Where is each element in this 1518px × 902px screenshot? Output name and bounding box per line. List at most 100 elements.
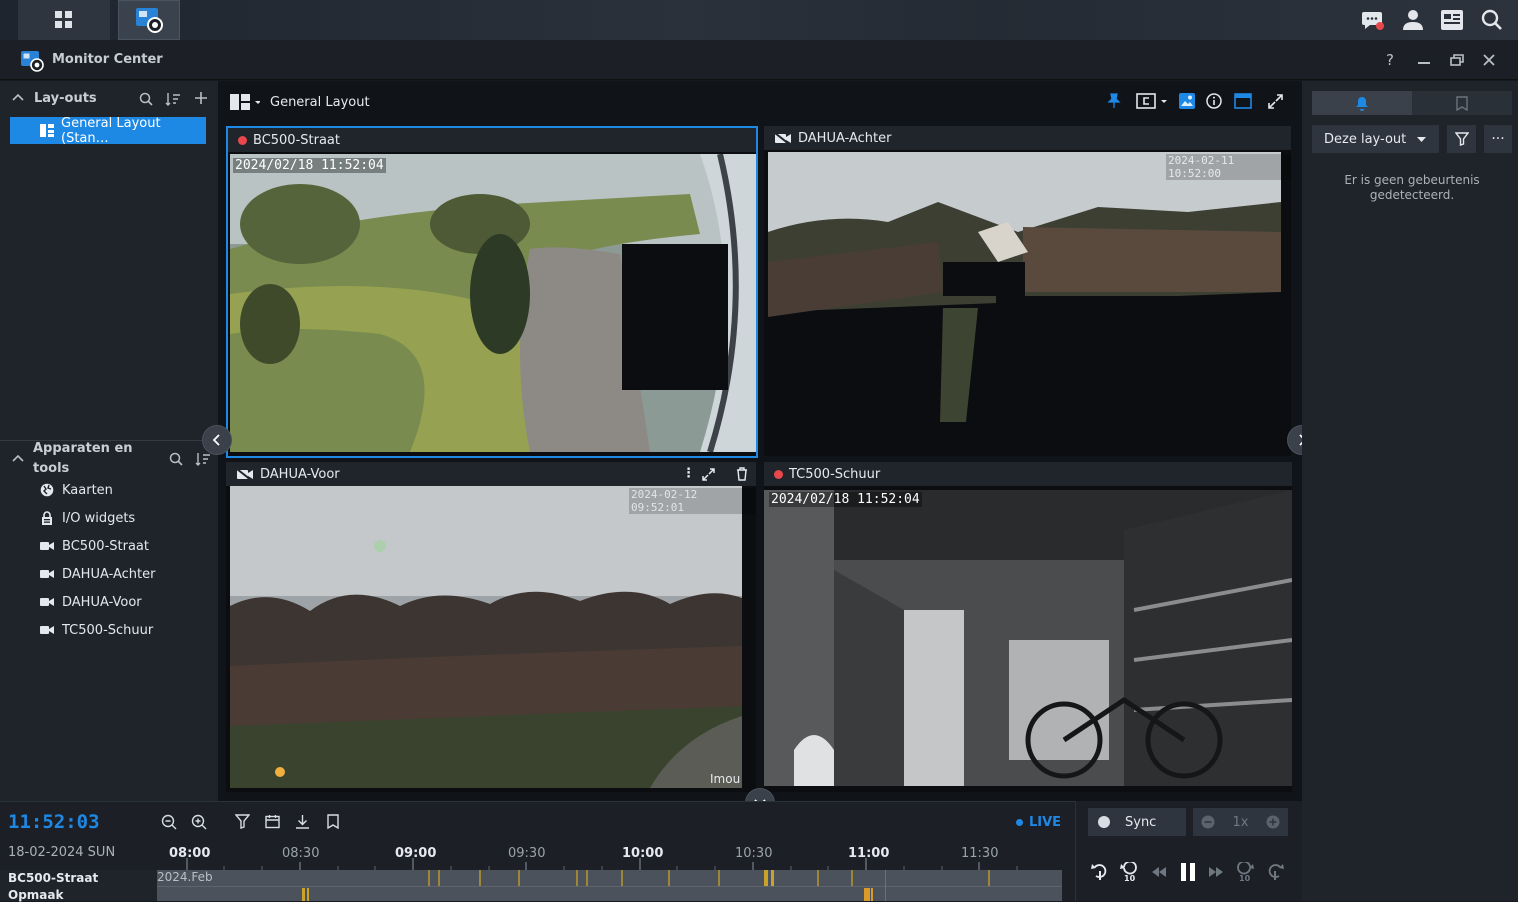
chevron-left-icon xyxy=(212,434,220,446)
expand-icon[interactable] xyxy=(702,468,715,481)
camera-name: TC500-Schuur xyxy=(789,466,881,482)
device-item-dahua-voor[interactable]: DAHUA-Voor xyxy=(40,592,142,612)
snapshot-icon[interactable] xyxy=(1179,93,1195,109)
user-button[interactable] xyxy=(1398,0,1428,40)
prev-page-button[interactable] xyxy=(202,425,232,455)
device-label: BC500-Straat xyxy=(62,538,149,554)
step-forward-icon[interactable] xyxy=(1208,866,1224,878)
live-clock: 11:52:03 xyxy=(8,811,100,833)
camera-tile-bc500-straat[interactable]: BC500-Straat 2024/02/18 11:52:04 xyxy=(226,126,758,458)
track-label: Opmaak xyxy=(8,888,64,902)
camera-tile-dahua-achter[interactable]: DAHUA-Achter 2024-02-11 10:52:00 xyxy=(764,126,1291,456)
layout-switch-icon[interactable] xyxy=(230,94,260,110)
grid-icon xyxy=(55,11,72,28)
timeline-ruler xyxy=(186,858,1018,870)
camera-offline-icon xyxy=(774,132,791,144)
camera-icon xyxy=(40,626,54,634)
widget-icon xyxy=(1441,10,1463,30)
device-item-dahua-achter[interactable]: DAHUA-Achter xyxy=(40,564,155,584)
monitor-center-app-icon xyxy=(136,8,163,33)
widgets-button[interactable] xyxy=(1437,0,1467,40)
user-icon xyxy=(1403,10,1423,30)
rewind-event-icon[interactable] xyxy=(1091,862,1109,882)
camera-feed-tc500 xyxy=(764,490,1292,786)
camera-feed-bc500 xyxy=(230,154,756,452)
camera-header: TC500-Schuur xyxy=(764,462,1292,486)
search-button[interactable] xyxy=(1477,0,1507,40)
camera-header: DAHUA-Voor xyxy=(226,462,756,486)
layout-grid-icon xyxy=(40,124,54,137)
sort-layouts-icon[interactable] xyxy=(165,92,181,106)
search-devices-icon[interactable] xyxy=(169,452,183,466)
live-dot xyxy=(1016,819,1023,826)
calendar-icon[interactable] xyxy=(265,814,280,829)
tab-events[interactable] xyxy=(1312,91,1412,115)
panel-toggle-icon[interactable] xyxy=(1234,93,1252,109)
speed-control[interactable]: 1x xyxy=(1193,808,1288,836)
zoom-out-icon[interactable] xyxy=(161,814,177,830)
collapse-layouts-icon[interactable] xyxy=(12,93,24,101)
more-options-icon[interactable]: ⋮ xyxy=(682,466,695,481)
camera-feed-dahua-voor xyxy=(230,486,742,788)
camera-tile-dahua-voor[interactable]: DAHUA-Voor ⋮ 2024-02-12 09:52:01 Imou xyxy=(226,462,756,792)
restore-icon[interactable] xyxy=(1450,54,1464,66)
recording-indicator xyxy=(238,135,247,145)
chat-button[interactable] xyxy=(1358,0,1388,40)
device-item-kaarten[interactable]: Kaarten xyxy=(40,480,113,500)
help-icon[interactable]: ? xyxy=(1386,51,1394,69)
more-icon: ··· xyxy=(1491,131,1505,147)
app-icon xyxy=(20,50,44,72)
svg-text:10: 10 xyxy=(1239,874,1251,882)
device-item-tc500-schuur[interactable]: TC500-Schuur xyxy=(40,620,153,640)
sync-toggle[interactable]: Sync xyxy=(1088,808,1186,836)
caret-down-icon xyxy=(1417,137,1426,142)
device-item-bc500-straat[interactable]: BC500-Straat xyxy=(40,536,149,556)
trash-icon[interactable] xyxy=(736,467,748,481)
camera-watermark: Imou xyxy=(710,772,741,786)
rewind-10-icon[interactable]: 10 xyxy=(1120,862,1138,882)
download-icon[interactable] xyxy=(295,814,310,829)
pause-icon[interactable] xyxy=(1180,862,1196,882)
track-label: BC500-Straat xyxy=(8,871,99,885)
main-menu-button[interactable] xyxy=(18,0,110,40)
monitor-center-taskbar-button[interactable] xyxy=(118,0,180,40)
add-layout-icon[interactable] xyxy=(194,91,208,105)
event-scope-select[interactable]: Deze lay-out xyxy=(1312,125,1439,153)
devices-heading-line2: tools xyxy=(33,461,70,476)
step-back-icon[interactable] xyxy=(1151,866,1167,878)
collapse-devices-icon[interactable] xyxy=(12,454,24,462)
forward-event-icon[interactable] xyxy=(1266,862,1284,882)
fullscreen-icon[interactable] xyxy=(1268,94,1283,109)
window-titlebar xyxy=(0,40,1518,80)
timeline-filter-icon[interactable] xyxy=(235,814,250,829)
bookmark-icon xyxy=(1456,95,1468,111)
search-icon xyxy=(1481,9,1502,30)
sort-devices-icon[interactable] xyxy=(195,452,211,466)
live-indicator[interactable]: LIVE xyxy=(1016,815,1061,830)
tab-bookmarks[interactable] xyxy=(1412,91,1512,115)
speed-up-icon[interactable] xyxy=(1266,815,1280,829)
pin-icon[interactable] xyxy=(1106,93,1122,109)
svg-text:10: 10 xyxy=(1124,874,1136,882)
io-widget-icon xyxy=(42,511,52,525)
camera-header: DAHUA-Achter xyxy=(764,126,1291,150)
info-icon[interactable] xyxy=(1206,93,1222,109)
stream-format-icon[interactable] xyxy=(1136,93,1170,109)
camera-tile-tc500-schuur[interactable]: TC500-Schuur 2024/02/18 11:52:04 xyxy=(764,462,1292,792)
event-more-button[interactable]: ··· xyxy=(1484,125,1512,153)
zoom-in-icon[interactable] xyxy=(191,814,207,830)
devices-heading-line1: Apparaten en xyxy=(33,441,133,456)
close-icon[interactable] xyxy=(1483,54,1495,66)
forward-10-icon[interactable]: 10 xyxy=(1236,862,1254,882)
layout-item-general[interactable]: General Layout (Stan… xyxy=(10,116,206,146)
event-filter-button[interactable] xyxy=(1447,125,1476,153)
minimize-icon[interactable] xyxy=(1418,62,1430,64)
recording-indicator xyxy=(774,469,783,479)
event-scope-value: Deze lay-out xyxy=(1324,131,1407,147)
search-layouts-icon[interactable] xyxy=(139,92,153,106)
bookmark-add-icon[interactable] xyxy=(327,814,339,829)
chat-icon xyxy=(1362,12,1384,30)
events-panel xyxy=(1302,81,1518,901)
speed-down-icon[interactable] xyxy=(1201,815,1215,829)
device-item-io-widgets[interactable]: I/O widgets xyxy=(40,508,135,528)
